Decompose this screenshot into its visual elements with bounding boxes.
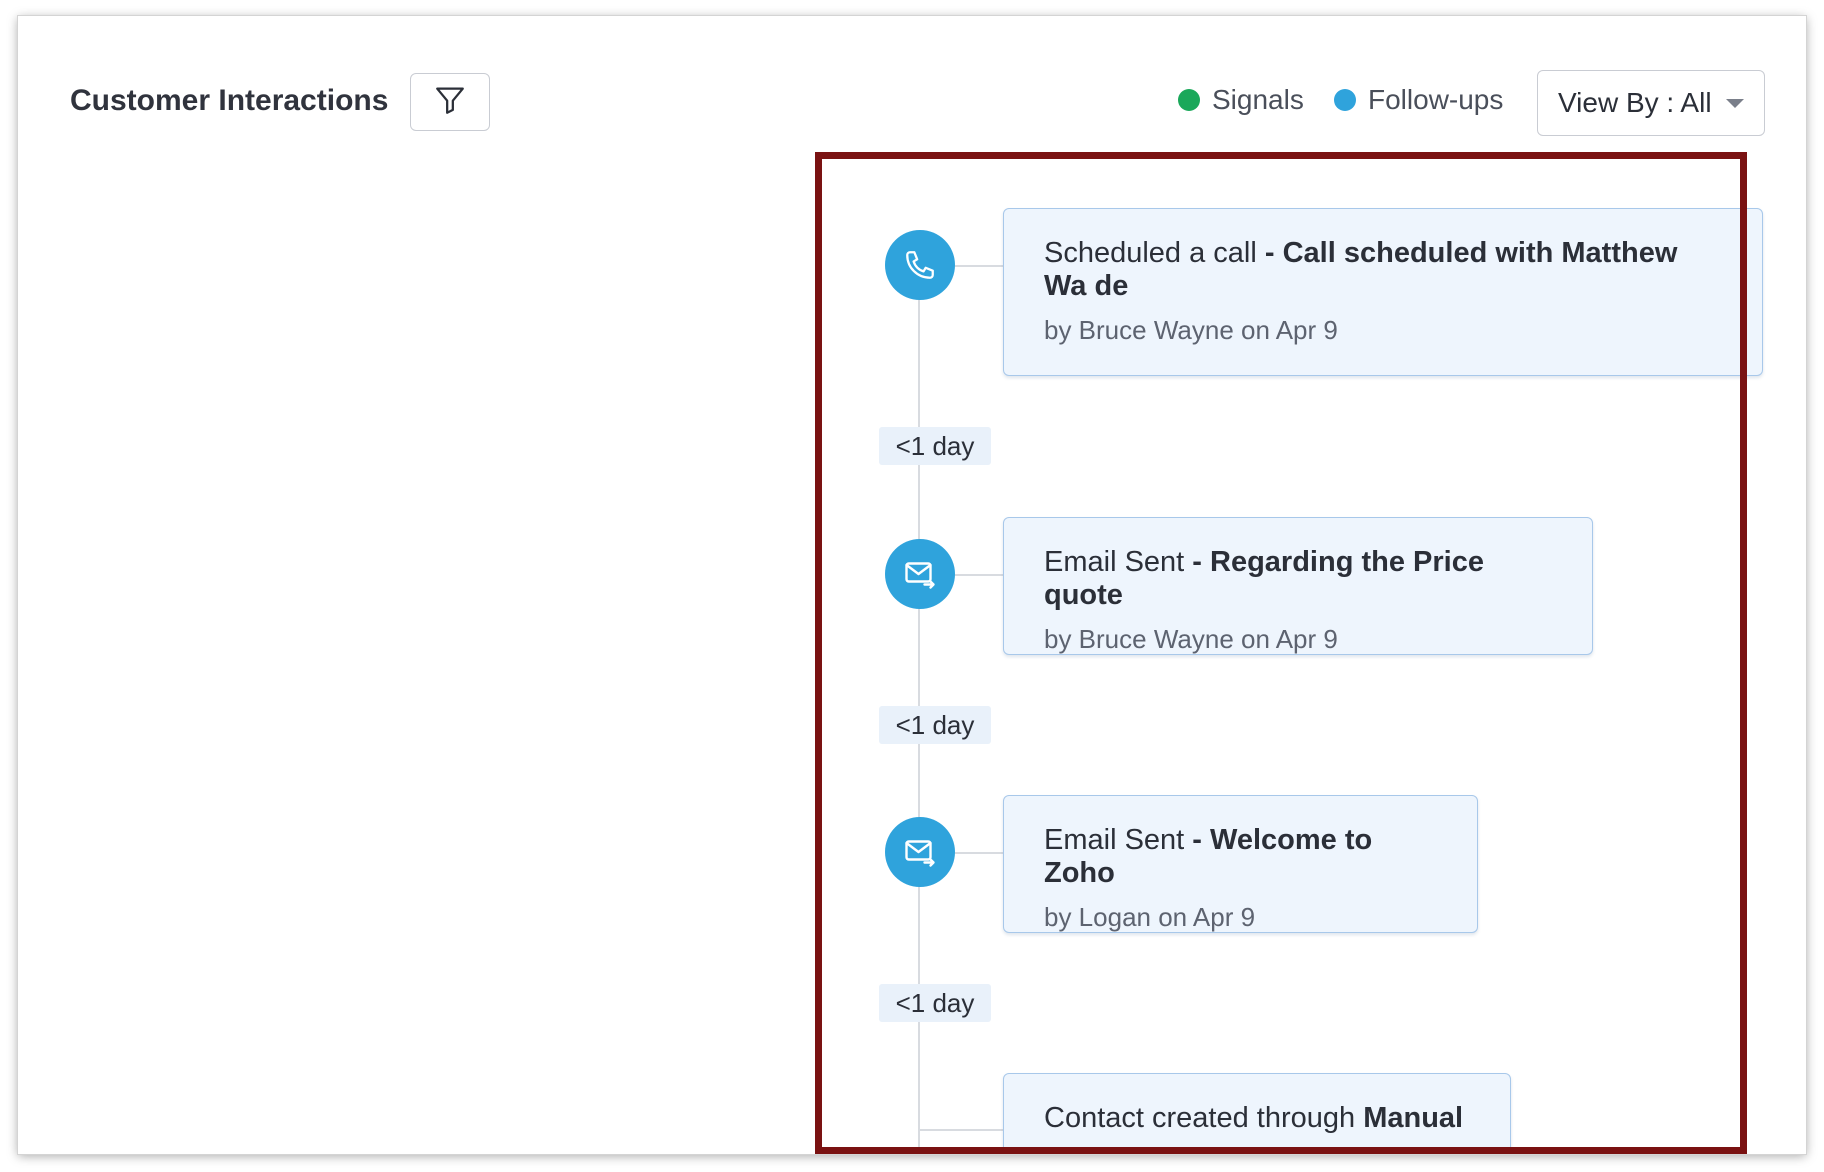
- followups-dot-icon: [1334, 89, 1356, 111]
- legend-followups-label: Follow-ups: [1368, 84, 1504, 115]
- funnel-icon: [433, 83, 467, 122]
- view-by-dropdown[interactable]: View By : All: [1537, 70, 1765, 136]
- signals-dot-icon: [1178, 89, 1200, 111]
- app-frame: Customer Interactions Signals Follow-ups…: [18, 16, 1806, 1154]
- filter-button[interactable]: [410, 73, 490, 131]
- legend-followups: Follow-ups: [1334, 84, 1503, 116]
- highlight-box: [815, 152, 1747, 1154]
- page-title: Customer Interactions: [70, 84, 389, 117]
- view-by-label: View By : All: [1558, 87, 1712, 118]
- caret-down-icon: [1726, 99, 1744, 108]
- legend-signals: Signals: [1178, 84, 1304, 116]
- legend-signals-label: Signals: [1212, 84, 1304, 115]
